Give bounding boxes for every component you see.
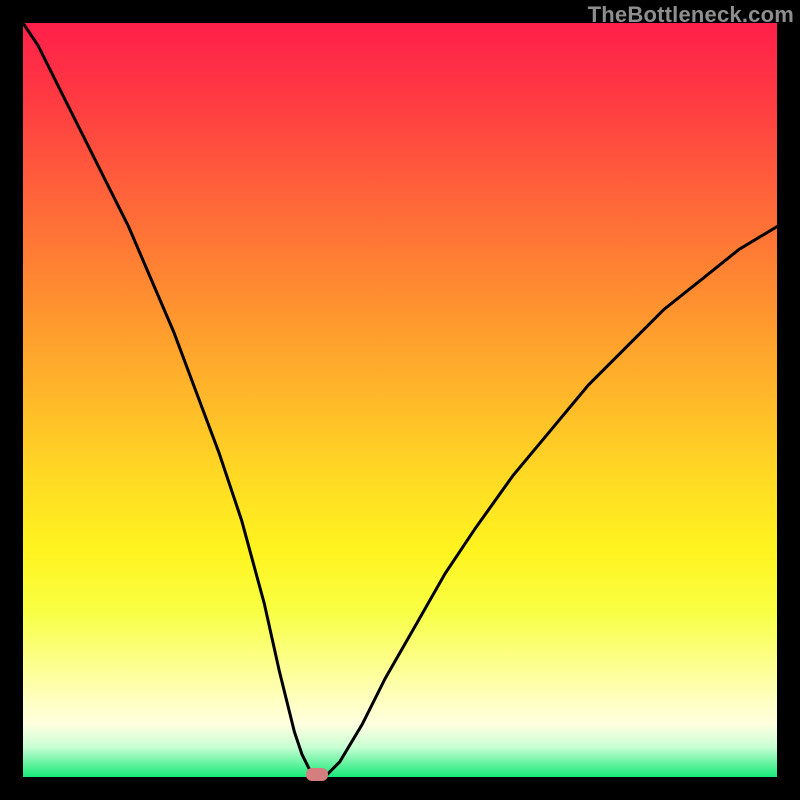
chart-stage: TheBottleneck.com: [0, 0, 800, 800]
optimum-marker: [306, 768, 328, 781]
plot-area: [23, 23, 777, 777]
bottleneck-curve: [23, 23, 777, 777]
curve-path: [23, 23, 777, 777]
